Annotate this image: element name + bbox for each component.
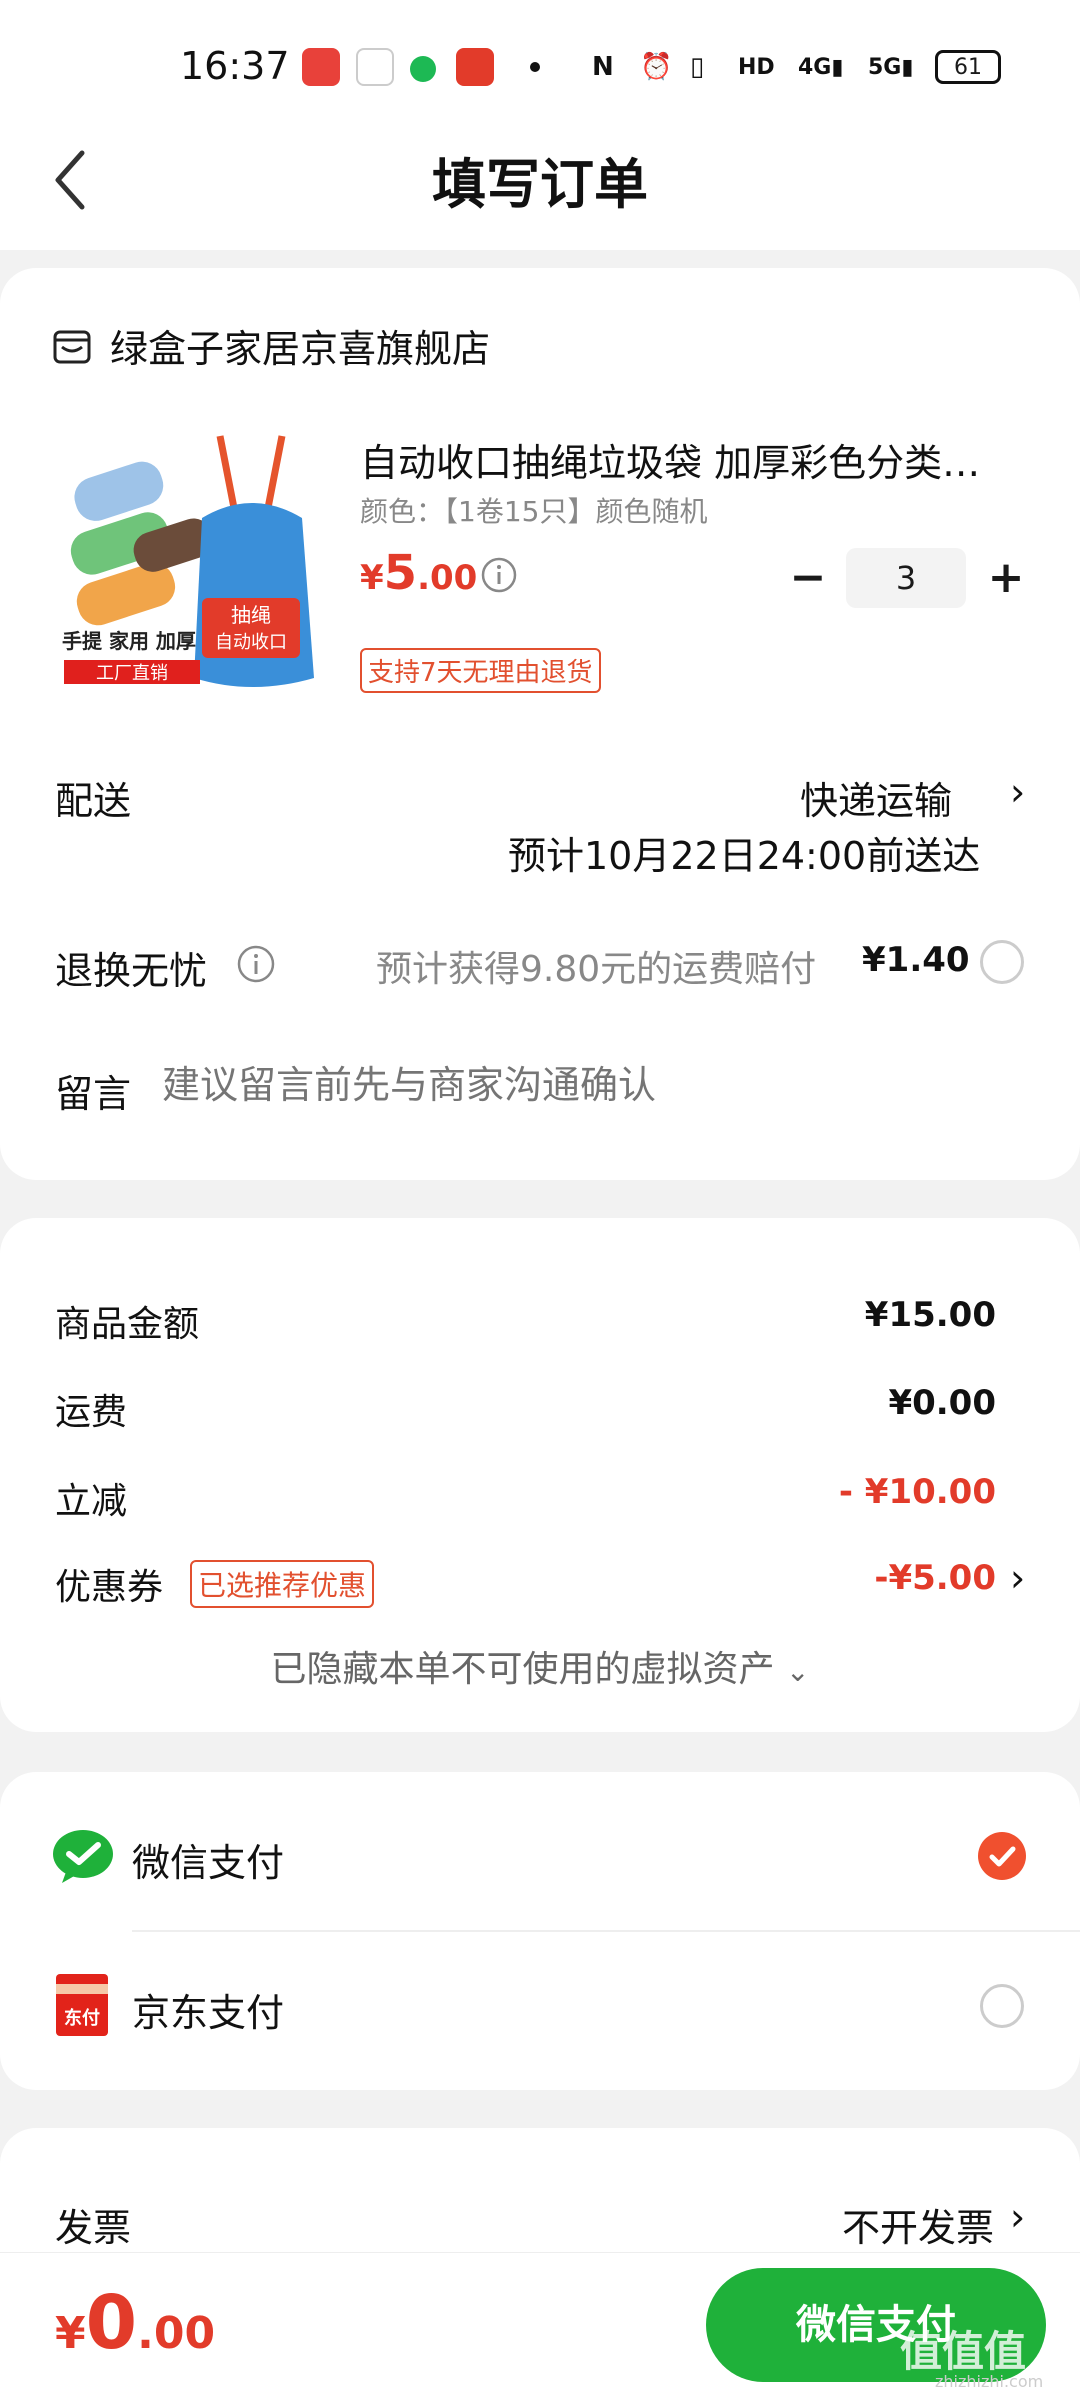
total-integer: 0 [85,2280,138,2366]
discount-value: - ¥10.00 [838,1472,996,1512]
order-card [0,268,1080,1180]
signal-4g-icon: 4G▮ [798,54,844,80]
coupon-label: 优惠券 [55,1567,164,1608]
product-price: ¥5.00 [360,545,477,601]
product-image-text: 抽绳 [231,603,271,627]
quantity-increase-button[interactable]: + [986,548,1026,608]
note-input[interactable] [162,1063,962,1107]
jd-pay-icon: 东付 [56,1974,108,2036]
coupon-value[interactable]: -¥5.00 [874,1558,996,1598]
hd-icon: HD [738,54,775,80]
invoice-label: 发票 [55,2206,132,2250]
shop-name[interactable]: 绿盒子家居京喜旗舰店 [110,318,490,373]
order-total: ¥0.00 [55,2280,215,2366]
return-insurance-price: ¥1.40 [862,940,970,980]
info-icon[interactable] [236,944,276,984]
jd-pay-icon-text: 东付 [64,2008,100,2029]
chevron-right-icon[interactable]: › [1010,770,1025,814]
note-label: 留言 [55,1072,132,1116]
chevron-right-icon[interactable]: › [1010,2195,1025,2239]
hidden-assets-toggle[interactable]: 已隐藏本单不可使用的虚拟资产 ⌄ [0,1640,1080,1692]
hidden-assets-text: 已隐藏本单不可使用的虚拟资产 [270,1649,775,1690]
price-decimal: .00 [417,558,478,598]
shipping-fee-value: ¥0.00 [888,1383,996,1423]
return-policy-badge: 支持7天无理由退货 [360,648,601,693]
invoice-value[interactable]: 不开发票 [842,2197,994,2252]
coupon-badge: 已选推荐优惠 [190,1560,375,1608]
product-title[interactable]: 自动收口抽绳垃圾袋 加厚彩色分类垃圾袋 [360,432,1000,487]
product-image-banner: 工厂直销 [96,663,168,684]
return-insurance-hint: 预计获得9.80元的运费赔付 [376,949,817,990]
app-notification-icon [456,48,494,86]
quantity-value[interactable]: 3 [846,548,966,608]
price-integer: 5 [383,545,418,601]
status-bar [0,0,1080,135]
nfc-icon: N [592,52,614,82]
delivery-label: 配送 [55,779,132,823]
jd-pay-radio[interactable] [980,1984,1024,2028]
vibrate-icon: ▯ [690,52,705,82]
shipping-fee-label: 运费 [55,1392,128,1433]
delivery-eta: 预计10月22日24:00前送达 [508,834,981,878]
app-notification-icon [302,48,340,86]
watermark-url: zhizhizhi.com [935,2372,1044,2391]
status-time: 16:37 [180,44,290,88]
product-image-caption: 手提 家用 加厚 [62,629,196,653]
delivery-method[interactable]: 快递运输 [800,770,952,825]
watermark: 值值值 [900,2327,1027,2376]
battery-icon: 61 [935,50,1001,84]
quantity-decrease-button[interactable]: − [788,548,828,608]
product-image[interactable]: 抽绳 自动收口 手提 家用 加厚 工厂直销 [52,428,322,698]
page-title: 填写订单 [432,153,648,216]
divider [132,1930,1080,1932]
product-image-text: 自动收口 [215,632,287,653]
wechat-pay-selected-check[interactable] [978,1832,1026,1880]
signal-5g-icon: 5G▮ [868,54,914,80]
app-notification-icon [410,56,436,82]
total-currency: ¥ [55,2308,86,2359]
chevron-right-icon[interactable]: › [1010,1556,1025,1600]
price-currency: ¥ [360,558,384,598]
goods-amount-label: 商品金额 [55,1304,200,1345]
app-notification-icon [356,48,394,86]
alarm-icon: ⏰ [640,52,673,82]
return-insurance-label: 退换无忧 [55,949,208,993]
price-info-icon[interactable] [480,556,518,594]
product-spec[interactable]: 颜色：【1卷15只】颜色随机 [360,490,707,530]
chevron-down-icon: ⌄ [786,1655,810,1688]
discount-label: 立减 [55,1481,128,1522]
goods-amount-value: ¥15.00 [864,1295,996,1335]
return-insurance-radio[interactable] [980,940,1024,984]
wechat-pay-label[interactable]: 微信支付 [132,1832,284,1887]
shop-icon[interactable] [52,327,92,367]
jd-pay-label[interactable]: 京东支付 [132,1982,284,2037]
total-decimal: .00 [137,2308,216,2359]
more-notifications-icon [530,62,540,72]
wechat-pay-icon [53,1830,113,1883]
